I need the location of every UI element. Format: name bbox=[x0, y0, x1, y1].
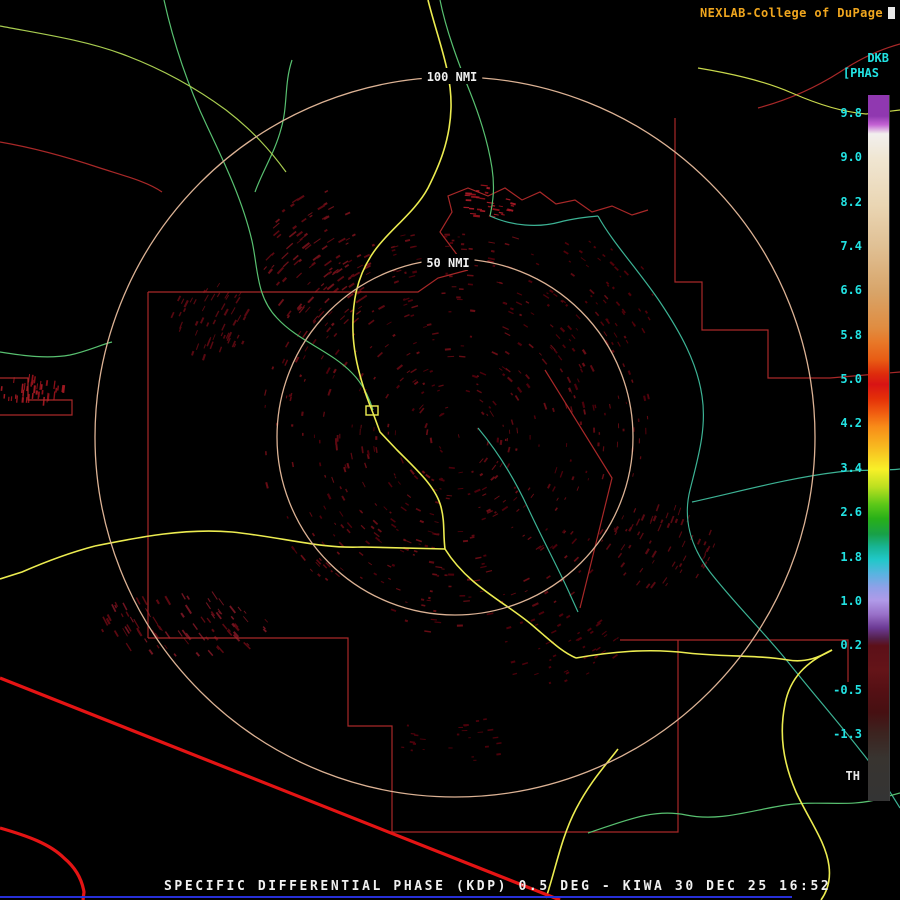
svg-text:50 NMI: 50 NMI bbox=[426, 256, 469, 270]
status-bar: SPECIFIC DIFFERENTIAL PHASE (KDP) 0.5 DE… bbox=[164, 879, 831, 894]
colorbar-tick: -1.3 bbox=[833, 726, 862, 741]
colorbar-tick: 2.6 bbox=[840, 505, 862, 520]
title-cursor-block bbox=[888, 7, 895, 19]
svg-text:100 NMI: 100 NMI bbox=[427, 70, 478, 84]
colorbar-scale bbox=[868, 95, 890, 801]
colorbar-th-label: TH bbox=[845, 769, 860, 783]
radar-screen: 100 NMI 50 NMI NEXLAB-College of DuPage D… bbox=[0, 0, 900, 900]
colorbar-tick: 5.0 bbox=[840, 372, 862, 387]
colorbar-tick: 7.4 bbox=[840, 239, 862, 254]
product-status-text: SPECIFIC DIFFERENTIAL PHASE (KDP) 0.5 DE… bbox=[164, 879, 832, 894]
colorbar-tick: 1.0 bbox=[840, 593, 862, 608]
colorbar-tick: 4.2 bbox=[840, 416, 862, 431]
colorbar-tick: 3.4 bbox=[840, 460, 862, 475]
colorbar-tick: 1.8 bbox=[840, 549, 862, 564]
bottom-blue-line bbox=[0, 896, 792, 898]
colorbar-unit-label: DKB bbox=[867, 51, 889, 65]
colorbar-tick: 9.0 bbox=[840, 150, 862, 165]
colorbar-tick: 6.6 bbox=[840, 283, 862, 298]
colorbar-tick: -0.5 bbox=[833, 682, 862, 697]
site-title: NEXLAB-College of DuPage bbox=[700, 6, 883, 20]
radar-map: 100 NMI 50 NMI bbox=[0, 0, 900, 900]
colorbar-tick: 8.2 bbox=[840, 194, 862, 209]
colorbar-tick: 0.2 bbox=[840, 638, 862, 653]
colorbar-tick: 5.8 bbox=[840, 327, 862, 342]
colorbar-phase-label: [PHAS bbox=[842, 66, 879, 80]
colorbar-tick: 9.8 bbox=[840, 106, 862, 120]
